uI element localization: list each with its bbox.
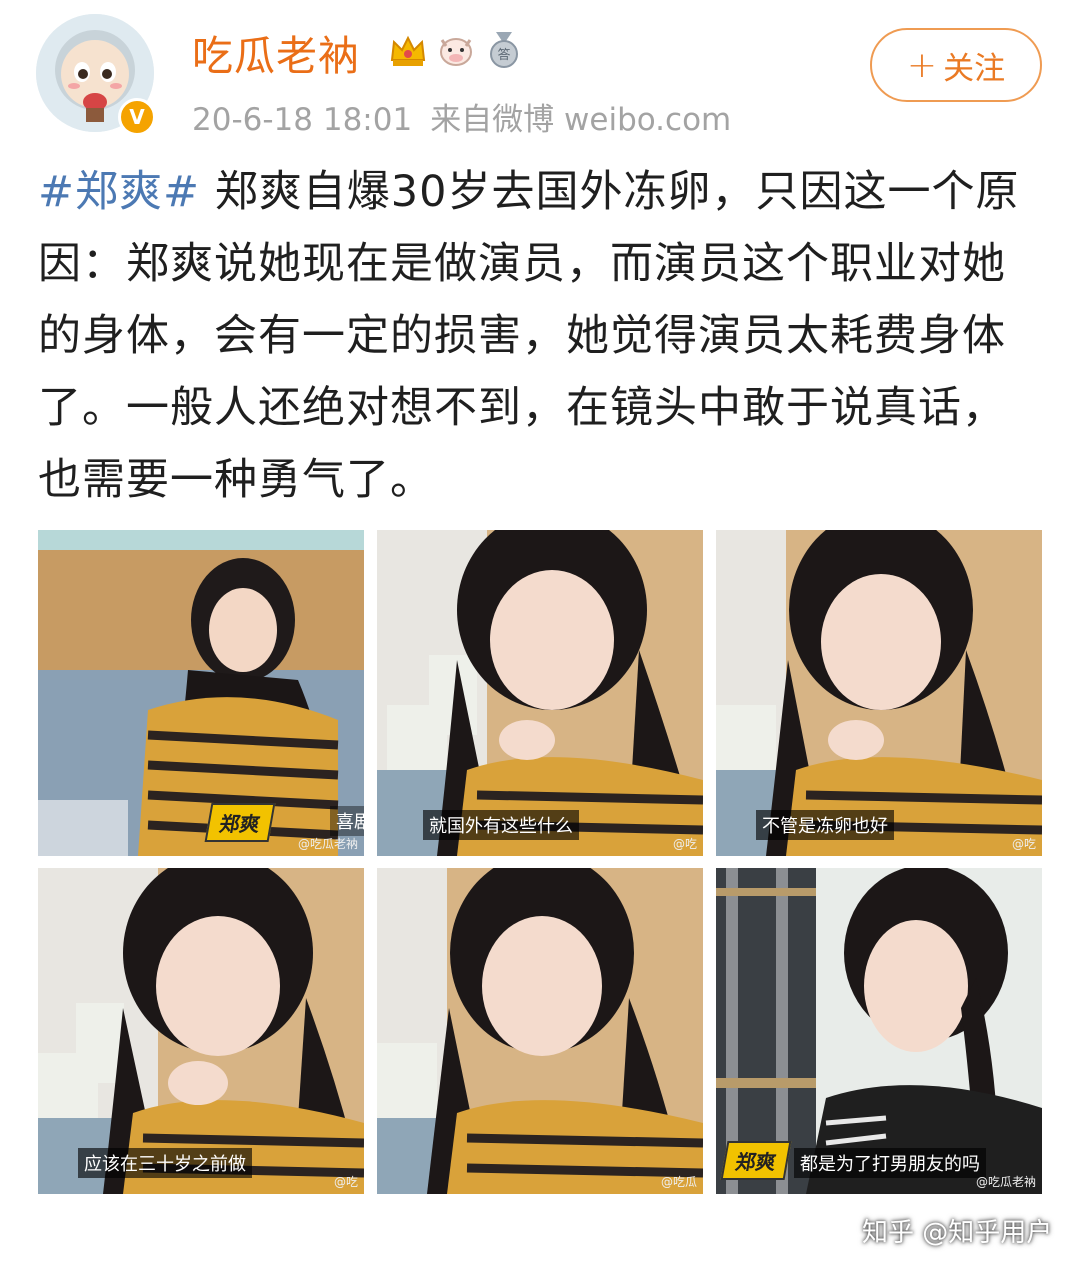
post-image-5[interactable]: @吃瓜: [377, 868, 703, 1194]
post-image-4[interactable]: 应该在三十岁之前做 @吃: [38, 868, 364, 1194]
user-badges: 答: [388, 30, 524, 70]
hashtag-link[interactable]: #郑爽#: [38, 167, 200, 217]
cow-icon: [440, 38, 472, 66]
subtitle: 就国外有这些什么: [423, 810, 579, 840]
plus-icon: +: [906, 44, 938, 86]
crown-icon: [390, 35, 426, 66]
username[interactable]: 吃瓜老衲: [192, 22, 360, 82]
post-meta: 20-6-18 18:01 来自微博 weibo.com: [192, 94, 749, 139]
image-watermark: @吃瓜: [660, 1175, 697, 1189]
follow-label: 关注: [943, 50, 1006, 87]
subtitle: 不管是冻卵也好: [756, 810, 894, 840]
post-date: 20-6-18 18:01: [192, 102, 413, 138]
platform-watermark: 知乎 @知乎用户: [862, 1218, 1053, 1248]
medal-icon: 答: [490, 32, 518, 68]
svg-text:答: 答: [497, 47, 510, 63]
image-grid: 郑爽 喜剧 @吃瓜老衲 就国外有这些什么 @吃 不管是冻卵也好 @吃 应该在三十…: [38, 530, 1042, 1194]
photo-scene: [377, 530, 703, 856]
verified-badge: V: [118, 98, 156, 136]
name-tag: 郑爽: [720, 1141, 792, 1180]
image-watermark: @吃瓜老衲: [297, 837, 358, 851]
follow-button[interactable]: + 关注: [870, 28, 1042, 102]
post-image-6[interactable]: 郑爽 都是为了打男朋友的吗 @吃瓜老衲: [716, 868, 1042, 1194]
post-source[interactable]: 来自微博 weibo.com: [430, 102, 731, 138]
image-watermark: @吃: [672, 837, 697, 851]
post-text: 郑爽自爆30岁去国外冻卵，只因这一个原因：郑爽说她现在是做演员，而演员这个职业对…: [38, 167, 1020, 505]
subtitle: 都是为了打男朋友的吗: [794, 1148, 986, 1178]
image-watermark: @吃: [1011, 837, 1036, 851]
image-watermark: @吃: [333, 1175, 358, 1189]
photo-scene: [38, 530, 364, 856]
post-body: #郑爽# 郑爽自爆30岁去国外冻卵，只因这一个原因：郑爽说她现在是做演员，而演员…: [38, 156, 1048, 516]
photo-scene: [38, 868, 364, 1194]
post-image-1[interactable]: 郑爽 喜剧 @吃瓜老衲: [38, 530, 364, 856]
name-tag: 郑爽: [204, 803, 276, 842]
image-watermark: @吃瓜老衲: [975, 1175, 1036, 1189]
post-image-3[interactable]: 不管是冻卵也好 @吃: [716, 530, 1042, 856]
subtitle: 应该在三十岁之前做: [78, 1148, 252, 1178]
post-image-2[interactable]: 就国外有这些什么 @吃: [377, 530, 703, 856]
photo-scene: [377, 868, 703, 1194]
photo-scene: [716, 530, 1042, 856]
side-caption: 喜剧: [330, 806, 364, 836]
